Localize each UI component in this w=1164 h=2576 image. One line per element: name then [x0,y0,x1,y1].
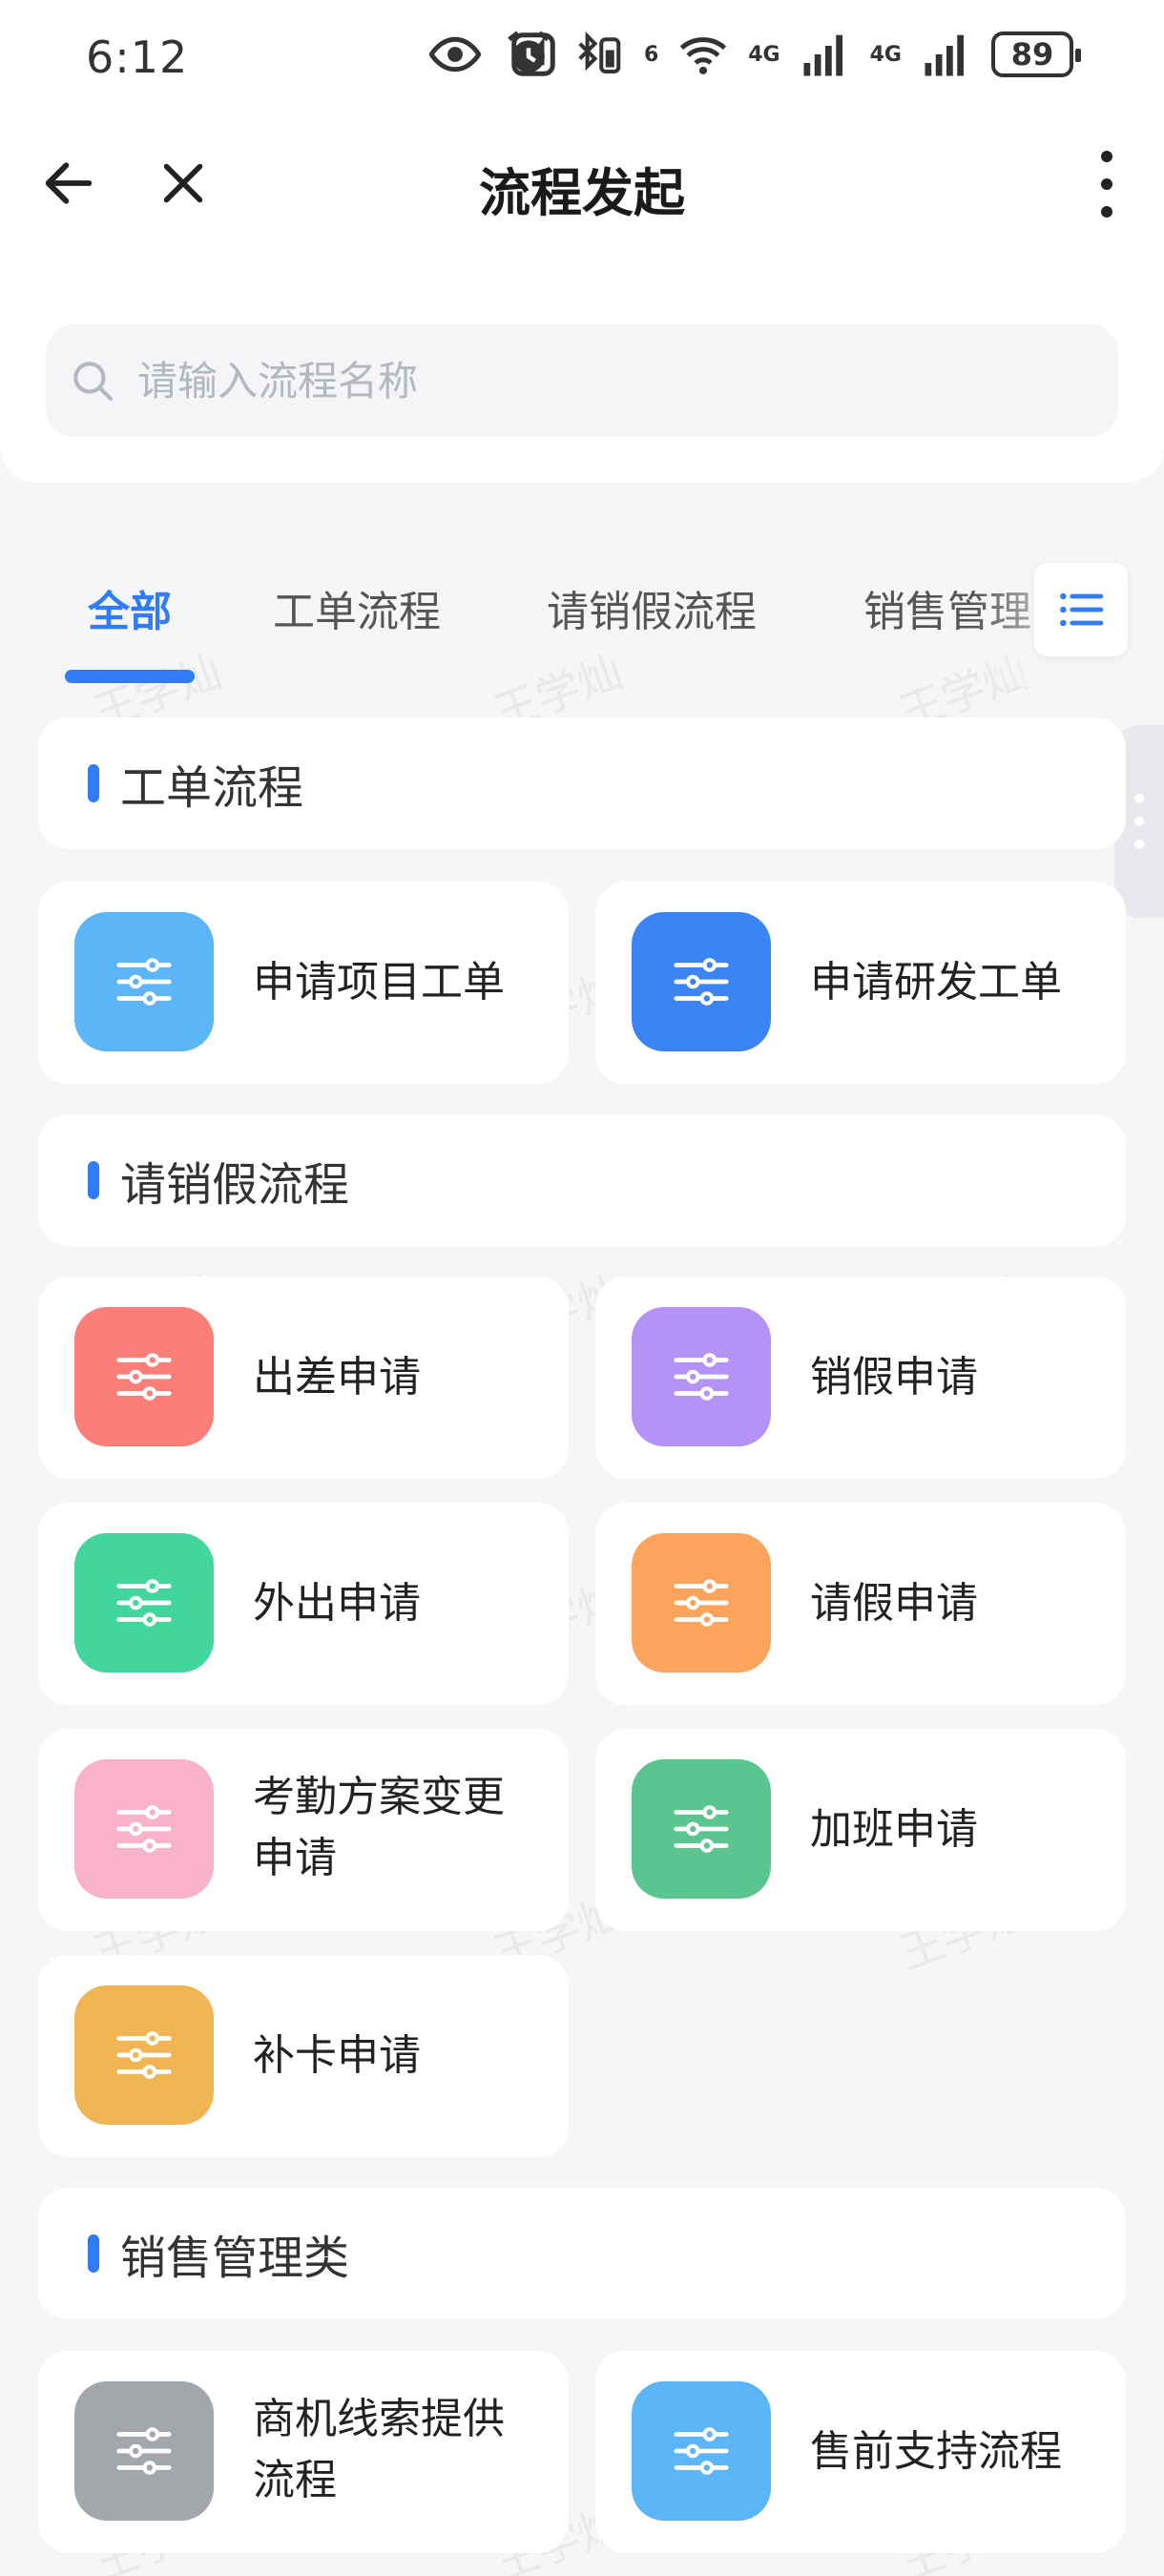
process-label: 外出申请 [253,1579,421,1628]
process-icon-tile [632,2381,771,2521]
process-label: 加班申请 [810,1805,978,1854]
category-tabs: 全部 工单流程 请销假流程 销售管理 [0,534,1164,687]
search-icon [73,362,113,401]
search-section [0,262,1164,482]
battery-indicator: 89 [991,31,1081,77]
more-vertical-icon[interactable] [1088,151,1126,218]
process-icon-tile [632,1759,771,1899]
tab-active-indicator [65,670,195,683]
process-icon-tile [632,1533,771,1672]
signal-icon [803,34,842,76]
tab-work-order[interactable]: 工单流程 [273,577,441,638]
page-title: 流程发起 [479,163,685,223]
process-icon-tile [74,1307,214,1446]
search-input[interactable] [137,357,996,405]
process-card[interactable]: 请假申请 [595,1503,1126,1705]
network-label-2: 4G [869,42,902,67]
status-right-icons: 6 4G 4G 89 [503,29,1081,80]
sliders-icon [116,2031,172,2079]
sliders-icon [116,2427,172,2475]
status-bar: 6:12 6 4G 4G 89 [0,0,1164,114]
section-header: 请销假流程 [38,1114,1126,1246]
process-card[interactable]: 考勤方案变更申请 [38,1729,569,1931]
process-card[interactable]: 外出申请 [38,1503,569,1705]
process-card[interactable]: 销假申请 [595,1277,1126,1479]
sliders-icon [116,1805,172,1853]
process-label: 商机线索提供流程 [253,2395,505,2504]
process-card[interactable]: 商机线索提供流程 [38,2351,569,2553]
section-header: 工单流程 [38,717,1126,849]
sliders-icon [116,958,172,1006]
section-accent-bar [88,764,99,802]
eye-icon [429,36,481,73]
sliders-icon [116,1353,172,1401]
process-card[interactable]: 加班申请 [595,1729,1126,1931]
process-label: 申请项目工单 [253,958,505,1007]
process-label: 出差申请 [253,1353,421,1402]
sliders-icon [674,1805,729,1853]
sliders-icon [674,2427,729,2475]
process-card[interactable]: 申请项目工单 [38,882,569,1084]
process-icon-tile [74,2381,214,2521]
alarm-icon [508,31,550,73]
wifi-label: 6 [643,42,659,67]
process-label: 请假申请 [810,1579,978,1628]
search-box[interactable] [46,324,1118,437]
network-label-1: 4G [748,42,780,67]
process-icon-tile [74,912,214,1051]
status-time: 6:12 [86,31,189,83]
process-card[interactable]: 出差申请 [38,1277,569,1479]
process-icon-tile [74,1985,214,2125]
process-icon-tile [632,1307,771,1446]
section-title: 销售管理类 [120,2232,350,2285]
section-accent-bar [88,2234,99,2273]
process-icon-tile [632,912,771,1051]
process-card[interactable]: 售前支持流程 [595,2351,1126,2553]
wifi-icon [680,37,727,74]
process-label: 补卡申请 [253,2031,421,2080]
process-card[interactable]: 申请研发工单 [595,882,1126,1084]
process-icon-tile [74,1533,214,1672]
section-header: 销售管理类 [38,2188,1126,2319]
tab-all[interactable]: 全部 [88,577,172,638]
process-card[interactable]: 补卡申请 [38,1955,569,2157]
top-nav: 流程发起 [0,114,1164,262]
tab-leave[interactable]: 请销假流程 [547,577,757,638]
list-icon [1060,592,1104,627]
section-title: 工单流程 [120,761,304,815]
signal-icon [925,34,964,76]
bluetooth-battery-icon [578,31,621,74]
section-accent-bar [88,1161,99,1199]
sliders-icon [674,958,729,1006]
process-label: 销假申请 [810,1353,978,1402]
process-icon-tile [74,1759,214,1899]
sliders-icon [674,1579,729,1627]
tab-menu-button[interactable] [1034,563,1128,656]
section-title: 请销假流程 [120,1158,350,1212]
sliders-icon [674,1353,729,1401]
process-label: 考勤方案变更申请 [253,1773,505,1882]
process-label: 申请研发工单 [810,958,1062,1007]
process-label: 售前支持流程 [810,2427,1062,2476]
page: 王学灿 王学灿 王学灿 王学灿 王学灿 王学灿 王学灿 王学灿 王学灿 王学灿 … [0,0,1164,2576]
sliders-icon [116,1579,172,1627]
